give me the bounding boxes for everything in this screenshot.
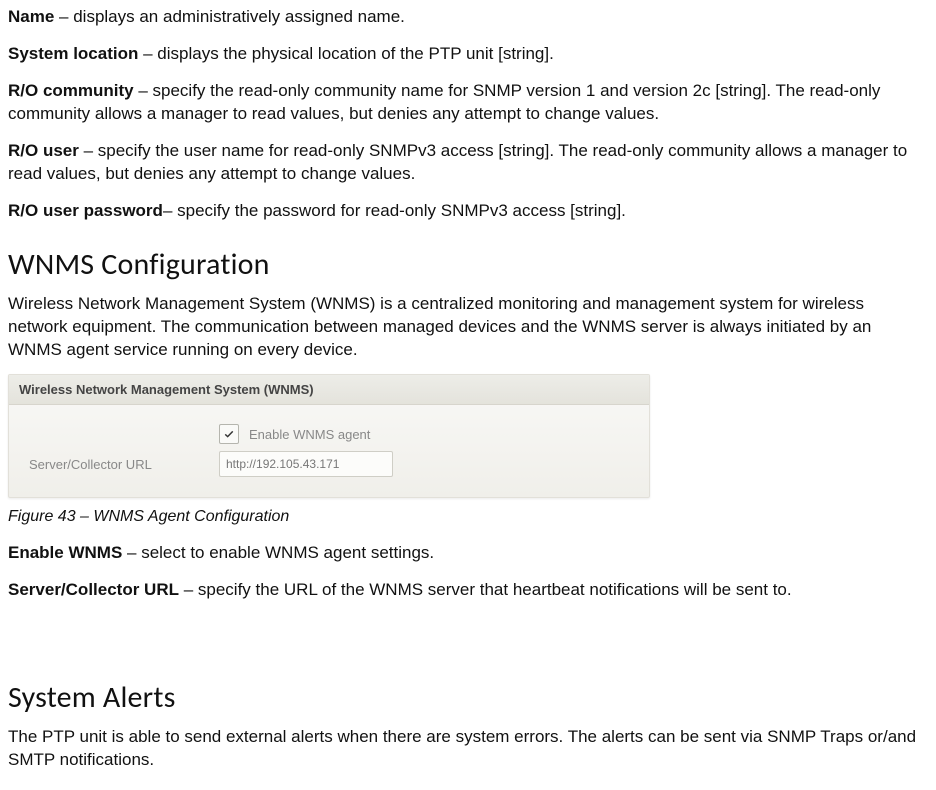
- def-desc: – specify the password for read-only SNM…: [163, 201, 626, 220]
- def-desc: – displays an administratively assigned …: [54, 7, 405, 26]
- heading-wnms-configuration: WNMS Configuration: [8, 245, 928, 286]
- panel-body: Enable WNMS agent Server/Collector URL: [9, 405, 649, 497]
- def-term: System location: [8, 44, 138, 63]
- spacer: [8, 616, 928, 656]
- system-alerts-description: The PTP unit is able to send external al…: [8, 726, 928, 772]
- panel-row-server-url: Server/Collector URL: [19, 449, 639, 479]
- def-term: R/O user password: [8, 201, 163, 220]
- def-term: R/O community: [8, 81, 134, 100]
- def-ro-user: R/O user – specify the user name for rea…: [8, 140, 928, 186]
- figure-caption: Figure 43 – WNMS Agent Configuration: [8, 506, 928, 528]
- heading-system-alerts: System Alerts: [8, 678, 928, 719]
- def-ro-community: R/O community – specify the read-only co…: [8, 80, 928, 126]
- def-desc: – displays the physical location of the …: [138, 44, 553, 63]
- enable-wnms-checkbox[interactable]: [219, 424, 239, 444]
- panel-title: Wireless Network Management System (WNMS…: [9, 375, 649, 406]
- def-system-location: System location – displays the physical …: [8, 43, 928, 66]
- server-url-input[interactable]: [219, 451, 393, 477]
- def-name: Name – displays an administratively assi…: [8, 6, 928, 29]
- def-term: R/O user: [8, 141, 79, 160]
- def-desc: – select to enable WNMS agent settings.: [122, 543, 434, 562]
- enable-wnms-label: Enable WNMS agent: [249, 426, 370, 444]
- def-ro-user-password: R/O user password– specify the password …: [8, 200, 928, 223]
- def-desc: – specify the URL of the WNMS server tha…: [179, 580, 792, 599]
- def-enable-wnms: Enable WNMS – select to enable WNMS agen…: [8, 542, 928, 565]
- wnms-config-panel: Wireless Network Management System (WNMS…: [8, 374, 650, 499]
- def-term: Name: [8, 7, 54, 26]
- def-desc: – specify the user name for read-only SN…: [8, 141, 907, 183]
- check-icon: [223, 428, 235, 440]
- wnms-description: Wireless Network Management System (WNMS…: [8, 293, 928, 362]
- server-url-label: Server/Collector URL: [19, 456, 219, 474]
- def-term: Server/Collector URL: [8, 580, 179, 599]
- panel-row-enable: Enable WNMS agent: [19, 419, 639, 449]
- def-desc: – specify the read-only community name f…: [8, 81, 880, 123]
- def-server-collector-url: Server/Collector URL – specify the URL o…: [8, 579, 928, 602]
- enable-wnms-option: Enable WNMS agent: [219, 424, 370, 444]
- def-term: Enable WNMS: [8, 543, 122, 562]
